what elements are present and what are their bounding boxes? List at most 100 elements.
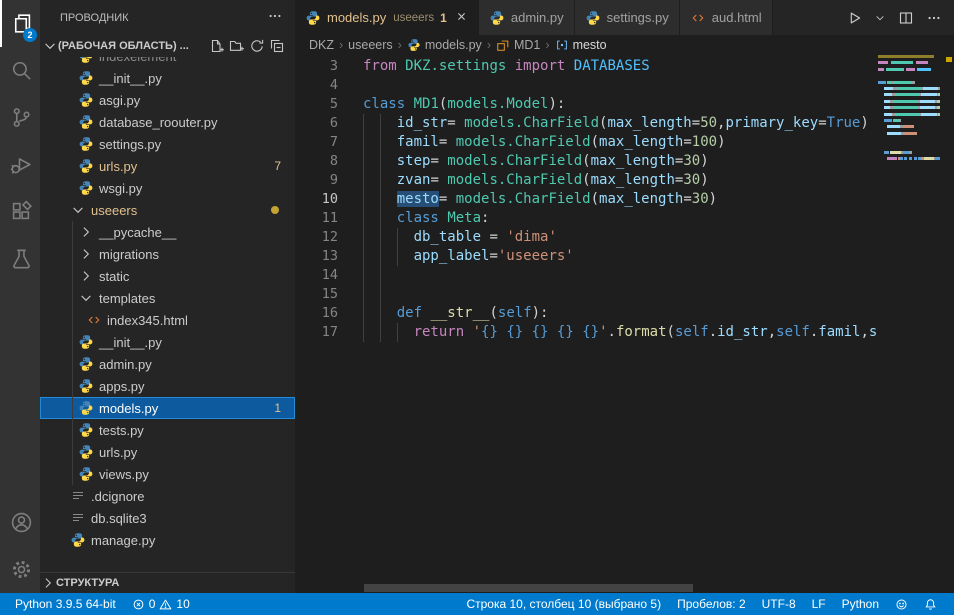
chevron-right-icon — [40, 575, 56, 591]
status-language[interactable]: Python — [835, 593, 886, 615]
breadcrumb-label: mesto — [573, 38, 607, 52]
activity-settings[interactable] — [0, 546, 40, 593]
status-eol[interactable]: LF — [805, 593, 833, 615]
activity-source-control[interactable] — [0, 94, 40, 141]
tree-item-admin.py[interactable]: admin.py — [40, 353, 295, 375]
indent-guide — [380, 304, 381, 323]
tab-models.py[interactable]: models.pyuseeers1 — [295, 0, 479, 35]
indent-guide — [380, 190, 381, 209]
breadcrumb-label: MD1 — [514, 38, 540, 52]
tree-item-views.py[interactable]: views.py — [40, 463, 295, 485]
tree-item-settings.py[interactable]: settings.py — [40, 133, 295, 155]
minimap-segment — [886, 68, 905, 71]
activity-account[interactable] — [0, 499, 40, 546]
tree-item-manage.py[interactable]: manage.py — [40, 529, 295, 551]
status-label: Python — [842, 597, 879, 611]
breadcrumb-models.py[interactable]: models.py — [407, 38, 482, 52]
activity-search[interactable] — [0, 47, 40, 94]
minimap[interactable] — [878, 55, 944, 583]
tree-item-indexelement[interactable]: indexelement — [40, 57, 295, 67]
tree-item-label: templates — [99, 291, 155, 306]
breadcrumb-md1[interactable]: MD1 — [496, 38, 540, 52]
tree-item-label: static — [99, 269, 129, 284]
tree-item-static[interactable]: static — [40, 265, 295, 287]
horizontal-scrollbar-thumb[interactable] — [364, 584, 693, 592]
refresh-icon[interactable] — [249, 38, 265, 54]
new-folder-icon[interactable] — [229, 38, 245, 54]
tab-label: settings.py — [607, 10, 669, 25]
activity-testing[interactable] — [0, 235, 40, 282]
python-icon — [78, 70, 94, 86]
activity-extensions[interactable] — [0, 188, 40, 235]
tree-item-wsgi.py[interactable]: wsgi.py — [40, 177, 295, 199]
breadcrumb-dkz[interactable]: DKZ — [309, 38, 334, 52]
line-number: 5 — [295, 95, 338, 114]
tree-item-useeers[interactable]: useeers — [40, 199, 295, 221]
chevron-down-icon[interactable] — [874, 12, 886, 24]
minimap-segment — [921, 93, 937, 96]
more-icon[interactable] — [926, 10, 942, 26]
outline-section-header[interactable]: СТРУКТУРА — [40, 572, 295, 593]
status-notifications[interactable] — [917, 593, 944, 615]
indent-guide — [380, 209, 381, 228]
tab-aud.html[interactable]: aud.html — [680, 0, 773, 35]
gear-icon — [10, 558, 33, 581]
tree-item-urls.py[interactable]: urls.py7 — [40, 155, 295, 177]
line-number: 3 — [295, 57, 338, 76]
line-number: 17 — [295, 323, 338, 342]
status-problems[interactable]: 010 — [125, 593, 197, 615]
tree-item-templates[interactable]: templates — [40, 287, 295, 309]
code-text: app_label='useeers' — [363, 248, 574, 264]
activity-run-debug[interactable] — [0, 141, 40, 188]
tree-item-apps.py[interactable]: apps.py — [40, 375, 295, 397]
code-line: 4 — [295, 76, 878, 95]
new-file-icon[interactable] — [209, 38, 225, 54]
code-text: return '{} {} {} {} {}'.format(self.id_s… — [363, 324, 877, 340]
status-python-version[interactable]: Python 3.9.5 64-bit — [8, 593, 123, 615]
python-icon — [78, 136, 94, 152]
status-encoding[interactable]: UTF-8 — [755, 593, 803, 615]
tree-item-index345.html[interactable]: index345.html — [40, 309, 295, 331]
minimap-segment — [893, 81, 912, 84]
tree-item-asgi.py[interactable]: asgi.py — [40, 89, 295, 111]
python-icon — [78, 92, 94, 108]
tree-item-database_roouter.py[interactable]: database_roouter.py — [40, 111, 295, 133]
minimap-segment — [884, 87, 893, 90]
collapse-all-icon[interactable] — [269, 38, 285, 54]
indent-guide — [380, 285, 381, 304]
python-icon — [407, 38, 421, 52]
tree-item-db.sqlite3[interactable]: db.sqlite3 — [40, 507, 295, 529]
tab-settings.py[interactable]: settings.py — [575, 0, 680, 35]
tree-item-__init__.py[interactable]: __init__.py — [40, 331, 295, 353]
minimap-segment — [938, 113, 940, 116]
status-indentation[interactable]: Пробелов: 2 — [670, 593, 753, 615]
tree-item-tests.py[interactable]: tests.py — [40, 419, 295, 441]
line-number: 12 — [295, 228, 338, 247]
status-label: UTF-8 — [762, 597, 796, 611]
close-icon[interactable] — [455, 10, 468, 26]
breadcrumb-mesto[interactable]: mesto — [555, 38, 607, 52]
tree-item-urls.py[interactable]: urls.py — [40, 441, 295, 463]
indent-guide — [380, 171, 381, 190]
indent-guide — [363, 266, 364, 285]
activity-explorer[interactable]: 2 — [0, 0, 40, 47]
breadcrumb-useeers[interactable]: useeers — [348, 38, 392, 52]
more-icon[interactable] — [267, 8, 283, 24]
tree-item-.dcignore[interactable]: .dcignore — [40, 485, 295, 507]
code-text: def __str__(self): — [363, 305, 548, 321]
status-feedback[interactable] — [888, 593, 915, 615]
tree-item-label: migrations — [99, 247, 159, 262]
tree-item-__pycache__[interactable]: __pycache__ — [40, 221, 295, 243]
code-text: class MD1(models.Model): — [363, 96, 565, 112]
tree-item-migrations[interactable]: migrations — [40, 243, 295, 265]
tab-admin.py[interactable]: admin.py — [479, 0, 575, 35]
split-editor-icon[interactable] — [898, 10, 914, 26]
editor-group: models.pyuseeers1admin.py settings.py aud.… — [295, 0, 954, 593]
run-icon[interactable] — [846, 10, 862, 26]
code-editor[interactable]: 3from DKZ.settings import DATABASES45cla… — [295, 55, 878, 583]
tree-item-__init__.py[interactable]: __init__.py — [40, 67, 295, 89]
status-cursor-position[interactable]: Строка 10, столбец 10 (выбрано 5) — [459, 593, 668, 615]
tree-item-models.py[interactable]: models.py1 — [40, 397, 295, 419]
workspace-section-header[interactable]: (РАБОЧАЯ ОБЛАСТЬ) ... — [40, 35, 295, 57]
line-number: 4 — [295, 76, 338, 95]
